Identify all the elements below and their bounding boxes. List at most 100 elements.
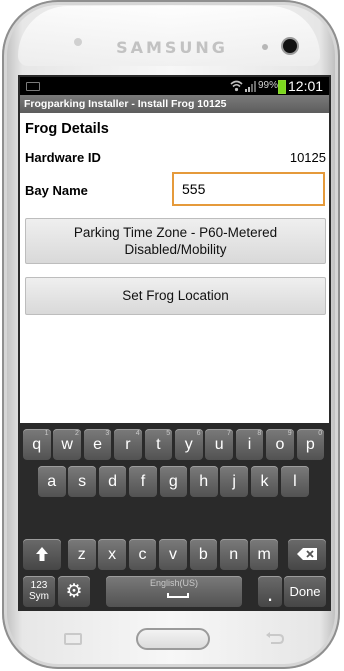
key-number-hint: 0 — [318, 430, 323, 437]
key-label: h — [199, 473, 209, 490]
phone-top-gloss — [18, 6, 320, 66]
zone-button-line2: Disabled/Mobility — [124, 242, 227, 257]
key-label: s — [78, 473, 87, 490]
key-y[interactable]: y6 — [175, 429, 203, 460]
key-k[interactable]: k — [250, 466, 279, 497]
key-c[interactable]: c — [128, 539, 157, 570]
sym-key-line2: Sym — [29, 591, 49, 602]
front-camera — [283, 39, 297, 53]
key-m[interactable]: m — [250, 539, 278, 570]
key-label: y — [184, 436, 193, 453]
section-title: Frog Details — [25, 121, 109, 137]
done-key[interactable]: Done — [284, 576, 326, 607]
key-label: d — [108, 473, 117, 490]
key-label: p — [305, 436, 315, 453]
screen: 99% 12:01 Frogparking Installer - Instal… — [20, 77, 329, 609]
key-number-hint: 3 — [105, 430, 110, 437]
key-label: j — [232, 473, 236, 490]
home-button[interactable] — [136, 628, 210, 650]
back-icon[interactable] — [265, 632, 285, 646]
key-u[interactable]: u7 — [205, 429, 233, 460]
key-i[interactable]: i8 — [235, 429, 264, 460]
key-l[interactable]: l — [281, 466, 309, 497]
zone-button-line1: Parking Time Zone - P60-Metered — [73, 225, 278, 240]
settings-key[interactable]: ⚙ — [58, 576, 90, 607]
key-label: o — [275, 436, 285, 453]
key-label: m — [257, 546, 271, 563]
key-label: w — [61, 436, 73, 453]
key-label: r — [125, 436, 131, 453]
menu-hardware-key-icon[interactable] — [64, 633, 82, 645]
sym-key[interactable]: 123 Sym — [23, 576, 55, 607]
key-label: b — [198, 546, 208, 563]
key-s[interactable]: s — [68, 466, 96, 497]
keyboard-notification-icon — [26, 82, 40, 91]
form-area: Frog Details Hardware ID 10125 Bay Name … — [20, 113, 329, 423]
key-v[interactable]: v — [159, 539, 187, 570]
key-number-hint: 2 — [74, 430, 79, 437]
battery-icon — [278, 80, 286, 94]
key-label: a — [47, 473, 57, 490]
key-label: x — [108, 546, 117, 563]
key-label: e — [93, 436, 102, 453]
hardware-id-value: 10125 — [289, 150, 326, 165]
key-j[interactable]: j — [220, 466, 248, 497]
key-label: n — [229, 546, 239, 563]
key-label: q — [32, 436, 42, 453]
key-label: c — [138, 546, 147, 563]
backspace-key[interactable] — [288, 539, 326, 570]
backspace-icon — [297, 548, 317, 560]
key-label: k — [260, 473, 269, 490]
hardware-id-label: Hardware ID — [25, 150, 101, 165]
key-n[interactable]: n — [220, 539, 248, 570]
set-frog-location-button[interactable]: Set Frog Location — [25, 277, 326, 315]
key-label: g — [168, 473, 178, 490]
key-label: f — [140, 473, 146, 490]
bay-name-label: Bay Name — [25, 183, 88, 198]
space-icon — [167, 593, 189, 598]
clock: 12:01 — [288, 78, 324, 94]
key-x[interactable]: x — [98, 539, 126, 570]
key-g[interactable]: g — [159, 466, 188, 497]
key-z[interactable]: z — [68, 539, 96, 570]
key-a[interactable]: a — [38, 466, 66, 497]
key-label: v — [168, 546, 177, 563]
key-label: t — [156, 436, 161, 453]
key-label: z — [77, 546, 86, 563]
parking-time-zone-button[interactable]: Parking Time Zone - P60-Metered Disabled… — [25, 218, 326, 264]
key-w[interactable]: w2 — [53, 429, 81, 460]
space-key[interactable]: English(US) — [106, 576, 242, 607]
key-label: u — [214, 436, 224, 453]
signal-icon — [245, 81, 256, 92]
key-b[interactable]: b — [189, 539, 218, 570]
sym-key-line1: 123 — [30, 580, 48, 591]
app-title-bar: Frogparking Installer - Install Frog 101… — [20, 95, 329, 113]
key-q[interactable]: q1 — [23, 429, 51, 460]
space-key-language: English(US) — [149, 578, 198, 588]
key-number-hint: 5 — [166, 430, 171, 437]
status-bar: 99% 12:01 — [20, 77, 329, 95]
period-key[interactable]: . — [258, 576, 282, 607]
key-d[interactable]: d — [98, 466, 127, 497]
proximity-sensor — [262, 44, 268, 50]
bay-name-input[interactable]: 555 — [172, 172, 325, 206]
key-number-hint: 6 — [196, 430, 201, 437]
key-number-hint: 9 — [287, 430, 292, 437]
key-number-hint: 8 — [257, 430, 262, 437]
key-f[interactable]: f — [129, 466, 157, 497]
key-o[interactable]: o9 — [266, 429, 294, 460]
shift-icon — [36, 547, 48, 561]
key-h[interactable]: h — [190, 466, 218, 497]
key-number-hint: 4 — [135, 430, 140, 437]
key-number-hint: 1 — [44, 430, 49, 437]
key-label: l — [293, 473, 297, 490]
key-t[interactable]: t5 — [144, 429, 173, 460]
key-e[interactable]: e3 — [83, 429, 112, 460]
gear-icon: ⚙ — [65, 581, 83, 602]
key-r[interactable]: r4 — [114, 429, 142, 460]
key-number-hint: 7 — [226, 430, 231, 437]
key-p[interactable]: p0 — [296, 429, 325, 460]
key-label: i — [247, 436, 252, 453]
shift-key[interactable] — [23, 539, 61, 570]
soft-keyboard: 123 Sym ⚙ English(US) . Done q1w2e3r4t5y… — [20, 423, 329, 609]
